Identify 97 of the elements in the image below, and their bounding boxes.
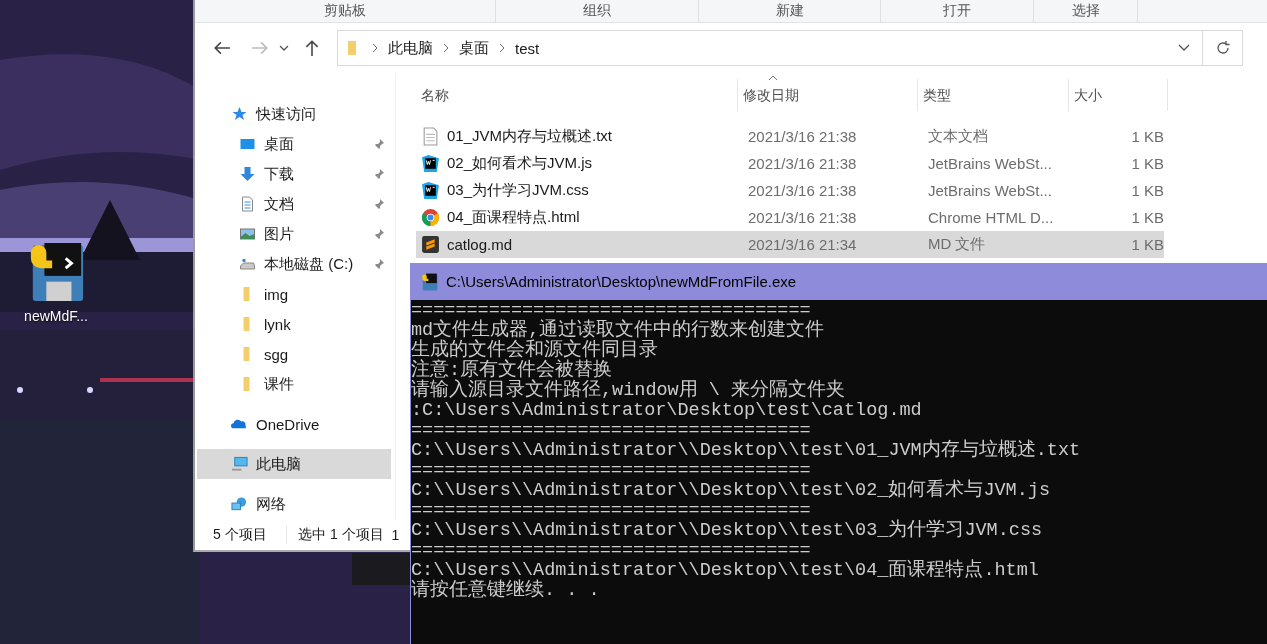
refresh-button[interactable] xyxy=(1203,30,1243,66)
console-line: 请输入源目录文件路径,window用 \ 来分隔文件夹 xyxy=(411,381,847,401)
table-cell-text: 1 KB xyxy=(1130,128,1165,145)
nav-item[interactable]: 此电脑 xyxy=(197,449,391,479)
table-cell-text: 1 KB xyxy=(1130,236,1165,253)
ribbon-group-label: 打开 xyxy=(881,0,1034,22)
nav-item[interactable]: lynk xyxy=(197,309,391,339)
star-icon xyxy=(231,106,248,122)
nav-item[interactable]: 快速访问 xyxy=(197,99,391,129)
ribbon-group-label: 选择 xyxy=(1034,0,1138,22)
breadcrumb-item[interactable]: 桌面 xyxy=(459,38,489,58)
webstorm-file-icon xyxy=(421,181,440,200)
sublime-file-icon xyxy=(421,235,440,254)
console-line: C:\\Users\\Administrator\\Desktop\\test\02_如何看术与JVM.js xyxy=(411,481,1051,501)
status-text: 选中 1 个项目 xyxy=(298,526,384,544)
nav-item[interactable]: img xyxy=(197,279,391,309)
column-header[interactable]: 类型 xyxy=(918,79,1069,111)
desktop-icon-label[interactable]: newMdF... xyxy=(24,308,88,324)
table-cell-text: 1 KB xyxy=(1130,155,1165,172)
breadcrumb-item[interactable]: 此电脑 xyxy=(388,38,433,58)
console-line: 请按任意键继续. . . xyxy=(411,581,600,601)
file-row[interactable]: catlog.md 2021/3/16 21:34 MD 文件 1 KB xyxy=(416,231,1164,258)
ribbon-group-label: 剪贴板 xyxy=(195,0,496,22)
window-title: C:\Users\Administrator\Desktop\newMdFromFile.exe xyxy=(446,273,797,290)
ribbon-group-label: 组织 xyxy=(496,0,699,22)
chevron-down-icon[interactable] xyxy=(279,44,289,52)
table-cell-text: 2021/3/16 21:38 xyxy=(747,209,858,226)
up-arrow-icon[interactable] xyxy=(303,39,321,57)
table-cell-text: JetBrains WebSt... xyxy=(927,182,1053,199)
file-name: 01_JVM内存与垃概述.txt xyxy=(447,127,613,146)
file-row[interactable]: 03_为什学习JVM.css 2021/3/16 21:38 JetBrains WebSt... 1 KB xyxy=(416,177,1164,204)
desktop-icon xyxy=(239,136,256,152)
document-icon xyxy=(239,196,256,212)
pictures-icon xyxy=(239,226,256,242)
back-arrow-icon[interactable] xyxy=(213,39,231,57)
console-line: ==================================== xyxy=(411,421,812,441)
breadcrumb-item[interactable]: test xyxy=(515,39,540,57)
table-cell-text: 2021/3/16 21:38 xyxy=(747,128,858,145)
file-name: 04_面课程特点.html xyxy=(447,208,580,227)
refresh-icon xyxy=(1214,40,1231,56)
table-cell-text: 2021/3/16 21:38 xyxy=(747,155,858,172)
nav-item[interactable]: 文档 xyxy=(197,189,391,219)
python-floppy-icon xyxy=(421,272,438,291)
download-arrow-icon xyxy=(239,166,256,182)
chevron-down-icon[interactable] xyxy=(1178,44,1190,52)
nav-item[interactable]: sgg xyxy=(197,339,391,369)
file-name: 02_如何看术与JVM.js xyxy=(447,154,593,173)
network-icon xyxy=(231,496,248,512)
folder-icon xyxy=(346,40,358,56)
table-cell-text: 文本文档 xyxy=(927,127,989,146)
status-text: 1 xyxy=(391,527,400,543)
console-line: C:\\Users\\Administrator\\Desktop\\test\01_JVM内存与垃概述.txt xyxy=(411,441,1082,461)
console-line: C:\\Users\\Administrator\\Desktop\\test\04_面课程特点.html xyxy=(411,561,1040,581)
nav-item[interactable]: 课件 xyxy=(197,369,391,399)
address-bar[interactable]: 此电脑 桌面 test xyxy=(337,30,1203,66)
column-header[interactable]: 名称 xyxy=(416,79,738,111)
console-line: ==================================== xyxy=(411,501,812,521)
pin-icon[interactable] xyxy=(373,228,385,240)
nav-item[interactable]: 图片 xyxy=(197,219,391,249)
table-cell-text: Chrome HTML D... xyxy=(927,209,1055,226)
nav-item[interactable]: OneDrive xyxy=(197,409,391,439)
pin-icon[interactable] xyxy=(373,198,385,210)
webstorm-file-icon xyxy=(421,154,440,173)
chrome-icon xyxy=(421,208,440,227)
table-cell-text: 2021/3/16 21:34 xyxy=(747,236,858,253)
pin-icon[interactable] xyxy=(373,138,385,150)
console-line: ==================================== xyxy=(411,541,811,561)
console-line: C:\\Users\\Administrator\\Desktop\\test\03_为什学习JVM.css xyxy=(411,521,1044,541)
text-file-icon xyxy=(421,127,440,146)
nav-item[interactable]: 桌面 xyxy=(197,129,391,159)
file-row[interactable]: 01_JVM内存与垃概述.txt 2021/3/16 21:38 文本文档 1 KB xyxy=(416,123,1164,150)
table-cell-text: 1 KB xyxy=(1130,182,1165,199)
table-cell-text: JetBrains WebSt... xyxy=(927,155,1053,172)
column-header[interactable]: 大小 xyxy=(1069,79,1168,111)
column-header[interactable]: 修改日期 xyxy=(738,79,918,111)
sort-caret-icon xyxy=(768,75,778,81)
chevron-right-icon[interactable] xyxy=(372,43,378,53)
table-cell-text: 2021/3/16 21:38 xyxy=(747,182,858,199)
chevron-right-icon[interactable] xyxy=(443,43,449,53)
status-text: 5 个项目 xyxy=(213,526,287,544)
table-cell-text: 1 KB xyxy=(1130,209,1165,226)
chevron-right-icon[interactable] xyxy=(499,43,505,53)
file-row[interactable]: 02_如何看术与JVM.js 2021/3/16 21:38 JetBrains WebSt... 1 KB xyxy=(416,150,1164,177)
nav-item[interactable]: 本地磁盘 (C:) xyxy=(197,249,391,279)
nav-item[interactable]: 下载 xyxy=(197,159,391,189)
file-name: 03_为什学习JVM.css xyxy=(447,181,589,200)
pin-icon[interactable] xyxy=(373,258,385,270)
ribbon-group-label: 新建 xyxy=(699,0,881,22)
nav-item[interactable]: 网络 xyxy=(197,489,391,519)
file-name: catlog.md xyxy=(447,236,513,253)
computer-icon xyxy=(231,456,248,472)
console-line: ==================================== xyxy=(411,461,812,481)
drive-icon xyxy=(239,256,256,272)
pin-icon[interactable] xyxy=(373,168,385,180)
console-line: :C:\Users\Administrator\Desktop\test\catlog.md xyxy=(411,401,923,421)
table-cell-text: MD 文件 xyxy=(927,235,987,254)
file-row[interactable]: 04_面课程特点.html 2021/3/16 21:38 Chrome HTML D... 1 KB xyxy=(416,204,1164,231)
